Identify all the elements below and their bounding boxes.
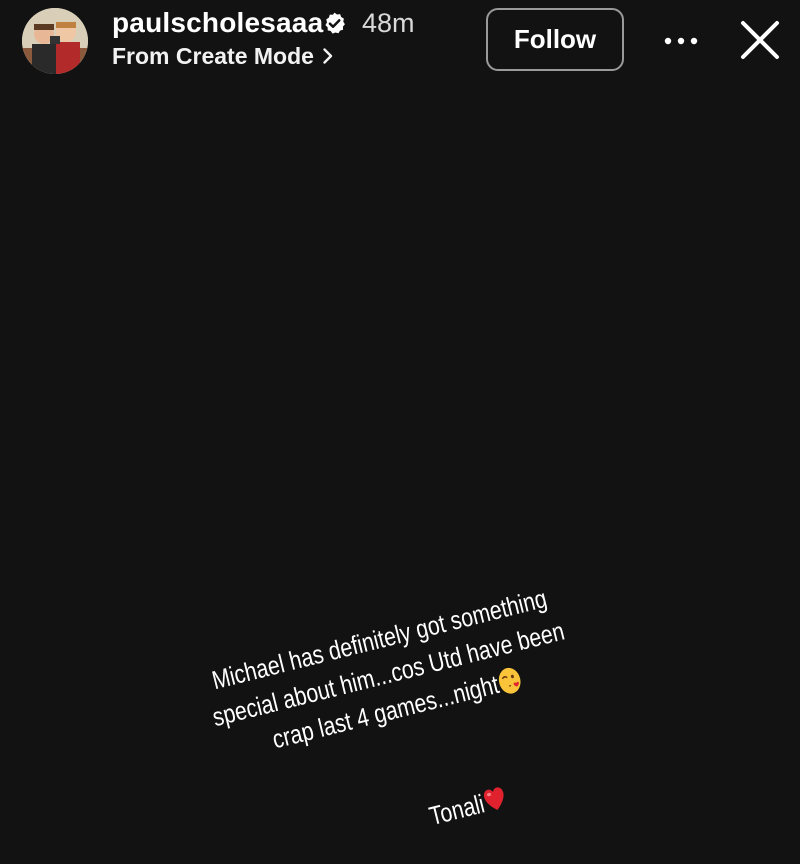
story-header: paulscholesaaa 48m From Create Mode Foll…: [0, 0, 800, 90]
chevron-right-icon: [322, 47, 334, 65]
follow-button[interactable]: Follow: [486, 8, 624, 71]
username[interactable]: paulscholesaaa: [112, 6, 323, 40]
avatar-illustration: [22, 8, 88, 74]
profile-avatar[interactable]: [22, 8, 88, 74]
post-time: 48m: [362, 8, 415, 38]
close-icon[interactable]: [738, 18, 782, 62]
create-mode-link[interactable]: From Create Mode: [112, 40, 334, 72]
subtitle-label: From Create Mode: [112, 43, 314, 69]
story-canvas[interactable]: [0, 90, 800, 864]
more-horizontal-icon[interactable]: [660, 26, 702, 56]
verified-badge-icon: [322, 11, 347, 36]
